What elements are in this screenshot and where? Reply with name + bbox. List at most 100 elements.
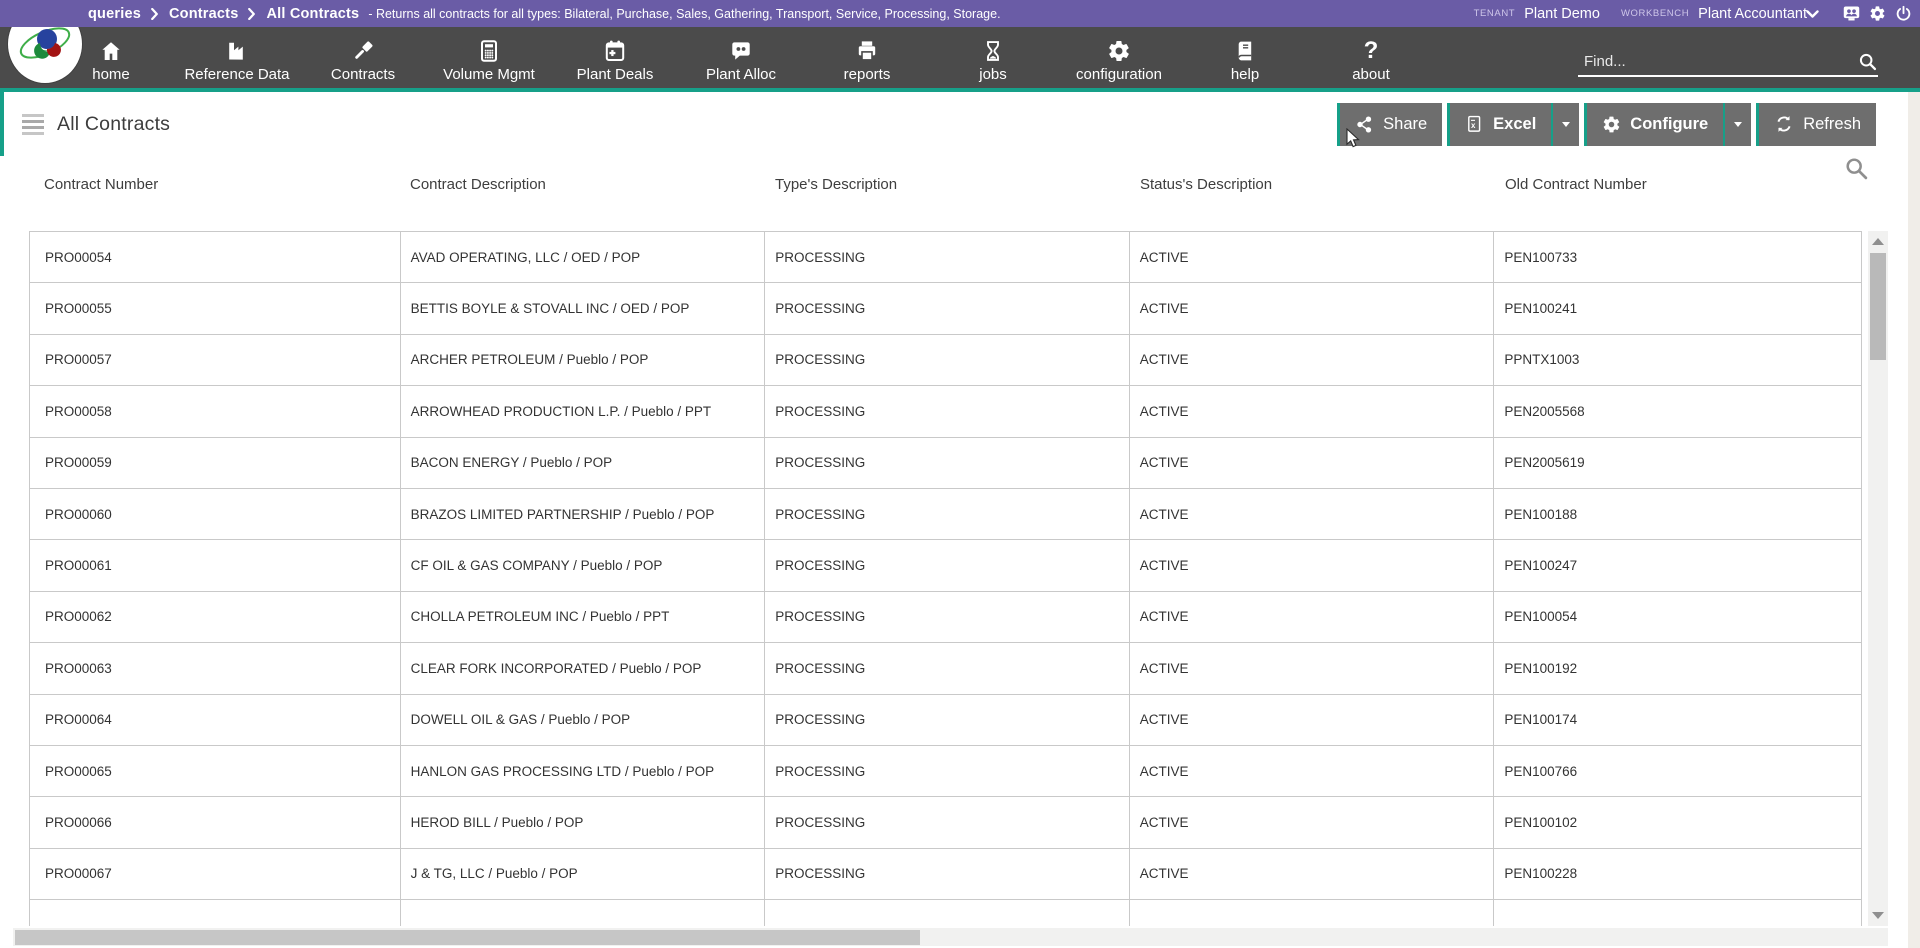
table-row[interactable]: PRO00060BRAZOS LIMITED PARTNERSHIP / Pue… [29, 489, 1862, 540]
table-cell[interactable]: PEN100247 [1494, 540, 1861, 590]
workbench-chevron-down-icon[interactable] [1806, 6, 1819, 24]
table-cell[interactable]: PEN100054 [1494, 592, 1861, 642]
table-cell[interactable]: PEN2005568 [1494, 386, 1861, 436]
table-cell[interactable]: PROCESSING [765, 283, 1130, 333]
table-row[interactable]: PRO00062CHOLLA PETROLEUM INC / Pueblo / … [29, 592, 1862, 643]
table-cell[interactable]: PEN2005619 [1494, 438, 1861, 488]
table-cell[interactable]: PRO00062 [30, 592, 401, 642]
table-row[interactable]: PRO00054AVAD OPERATING, LLC / OED / POPP… [29, 232, 1862, 283]
table-cell[interactable]: ACTIVE [1130, 592, 1495, 642]
settings-gear-icon[interactable] [1868, 4, 1887, 23]
nav-item-volume-mgmt[interactable]: Volume Mgmt [426, 27, 552, 88]
vertical-scrollbar-thumb[interactable] [1870, 253, 1886, 360]
find-input[interactable] [1578, 51, 1858, 72]
table-cell[interactable]: PRO00060 [30, 489, 401, 539]
nav-item-jobs[interactable]: jobs [930, 27, 1056, 88]
nav-item-help[interactable]: help [1182, 27, 1308, 88]
nav-item-plant-deals[interactable]: Plant Deals [552, 27, 678, 88]
session-users-icon[interactable] [1842, 4, 1861, 23]
table-cell[interactable]: BACON ENERGY / Pueblo / POP [401, 438, 766, 488]
table-cell[interactable]: ACTIVE [1130, 232, 1495, 282]
column-header-status-description[interactable]: Status's Description [1130, 176, 1495, 198]
excel-button[interactable]: x Excel [1447, 103, 1551, 146]
table-cell[interactable]: ACTIVE [1130, 695, 1495, 745]
table-cell[interactable]: PROCESSING [765, 849, 1130, 899]
table-cell[interactable]: CLEAR FORK INCORPORATED / Pueblo / POP [401, 643, 766, 693]
table-cell[interactable]: PRO00065 [30, 746, 401, 796]
table-cell[interactable]: CHOLLA PETROLEUM INC / Pueblo / PPT [401, 592, 766, 642]
table-cell[interactable]: PROCESSING [765, 695, 1130, 745]
column-header-type-description[interactable]: Type's Description [765, 176, 1130, 198]
table-cell[interactable]: PEN100241 [1494, 283, 1861, 333]
table-cell[interactable]: ACTIVE [1130, 438, 1495, 488]
nav-item-configuration[interactable]: configuration [1056, 27, 1182, 88]
table-cell[interactable]: PEN100228 [1494, 849, 1861, 899]
table-cell[interactable]: BRAZOS LIMITED PARTNERSHIP / Pueblo / PO… [401, 489, 766, 539]
table-cell[interactable]: PROCESSING [765, 438, 1130, 488]
table-cell[interactable]: PROCESSING [765, 797, 1130, 847]
nav-item-reference-data[interactable]: Reference Data [174, 27, 300, 88]
table-cell[interactable]: PEN100188 [1494, 489, 1861, 539]
table-cell[interactable]: HANLON GAS PROCESSING LTD / Pueblo / POP [401, 746, 766, 796]
nav-item-reports[interactable]: reports [804, 27, 930, 88]
table-row[interactable]: PRO00063CLEAR FORK INCORPORATED / Pueblo… [29, 643, 1862, 694]
table-row[interactable]: PRO00064DOWELL OIL & GAS / Pueblo / POPP… [29, 695, 1862, 746]
breadcrumb-all-contracts[interactable]: All Contracts [266, 6, 359, 22]
table-cell[interactable]: BETTIS BOYLE & STOVALL INC / OED / POP [401, 283, 766, 333]
scroll-down-arrow[interactable] [1872, 912, 1884, 919]
table-row[interactable]: PRO00057ARCHER PETROLEUM / Pueblo / POPP… [29, 335, 1862, 386]
table-cell[interactable]: ACTIVE [1130, 335, 1495, 385]
table-cell[interactable]: PEN100192 [1494, 643, 1861, 693]
table-cell[interactable]: PRO00061 [30, 540, 401, 590]
excel-dropdown-button[interactable] [1551, 103, 1579, 146]
table-row[interactable]: PRO00055BETTIS BOYLE & STOVALL INC / OED… [29, 283, 1862, 334]
configure-button[interactable]: Configure [1584, 103, 1723, 146]
configure-dropdown-button[interactable] [1723, 103, 1751, 146]
find-search-icon[interactable] [1858, 52, 1878, 72]
refresh-button[interactable]: Refresh [1756, 103, 1876, 146]
table-cell[interactable]: ACTIVE [1130, 283, 1495, 333]
table-cell[interactable]: ACTIVE [1130, 849, 1495, 899]
share-button[interactable]: Share [1337, 103, 1442, 146]
table-cell[interactable]: PROCESSING [765, 643, 1130, 693]
table-cell[interactable]: J & TG, LLC / Pueblo / POP [401, 849, 766, 899]
table-row[interactable]: PRO00058ARROWHEAD PRODUCTION L.P. / Pueb… [29, 386, 1862, 437]
vertical-scrollbar[interactable] [1868, 231, 1888, 926]
table-cell[interactable]: PRO00054 [30, 232, 401, 282]
column-header-contract-number[interactable]: Contract Number [29, 176, 400, 198]
table-cell[interactable]: PEN100733 [1494, 232, 1861, 282]
nav-item-contracts[interactable]: Contracts [300, 27, 426, 88]
table-cell[interactable]: PROCESSING [765, 232, 1130, 282]
table-cell[interactable]: PEN100174 [1494, 695, 1861, 745]
table-cell[interactable]: PEN100766 [1494, 746, 1861, 796]
table-row[interactable]: PRO00059BACON ENERGY / Pueblo / POPPROCE… [29, 438, 1862, 489]
table-cell[interactable]: PRO00057 [30, 335, 401, 385]
nav-item-about[interactable]: ? about [1308, 27, 1434, 88]
table-cell[interactable]: PROCESSING [765, 335, 1130, 385]
table-cell[interactable]: PROCESSING [765, 386, 1130, 436]
breadcrumb-queries[interactable]: queries [88, 6, 141, 22]
nav-item-plant-alloc[interactable]: Plant Alloc [678, 27, 804, 88]
table-cell[interactable]: PROCESSING [765, 540, 1130, 590]
table-cell[interactable]: ACTIVE [1130, 540, 1495, 590]
scroll-up-arrow[interactable] [1872, 238, 1884, 245]
column-header-contract-description[interactable]: Contract Description [400, 176, 765, 198]
power-icon[interactable] [1894, 4, 1913, 23]
table-cell[interactable]: HEROD BILL / Pueblo / POP [401, 797, 766, 847]
table-cell[interactable]: CF OIL & GAS COMPANY / Pueblo / POP [401, 540, 766, 590]
table-cell[interactable]: DOWELL OIL & GAS / Pueblo / POP [401, 695, 766, 745]
table-cell[interactable]: PPNTX1003 [1494, 335, 1861, 385]
table-cell[interactable]: AVAD OPERATING, LLC / OED / POP [401, 232, 766, 282]
table-cell[interactable]: PRO00064 [30, 695, 401, 745]
table-cell[interactable]: ARCHER PETROLEUM / Pueblo / POP [401, 335, 766, 385]
breadcrumb-contracts[interactable]: Contracts [169, 6, 238, 22]
table-cell[interactable]: PRO00067 [30, 849, 401, 899]
table-cell[interactable]: PROCESSING [765, 489, 1130, 539]
table-cell[interactable]: ACTIVE [1130, 797, 1495, 847]
table-cell[interactable]: ACTIVE [1130, 643, 1495, 693]
table-row[interactable]: PRO00065HANLON GAS PROCESSING LTD / Pueb… [29, 746, 1862, 797]
column-header-old-contract-number[interactable]: Old Contract Number [1495, 176, 1862, 198]
table-row[interactable]: PRO00061CF OIL & GAS COMPANY / Pueblo / … [29, 540, 1862, 591]
table-row[interactable]: PRO00067J & TG, LLC / Pueblo / POPPROCES… [29, 849, 1862, 900]
workbench-value[interactable]: Plant Accountant [1698, 6, 1807, 22]
